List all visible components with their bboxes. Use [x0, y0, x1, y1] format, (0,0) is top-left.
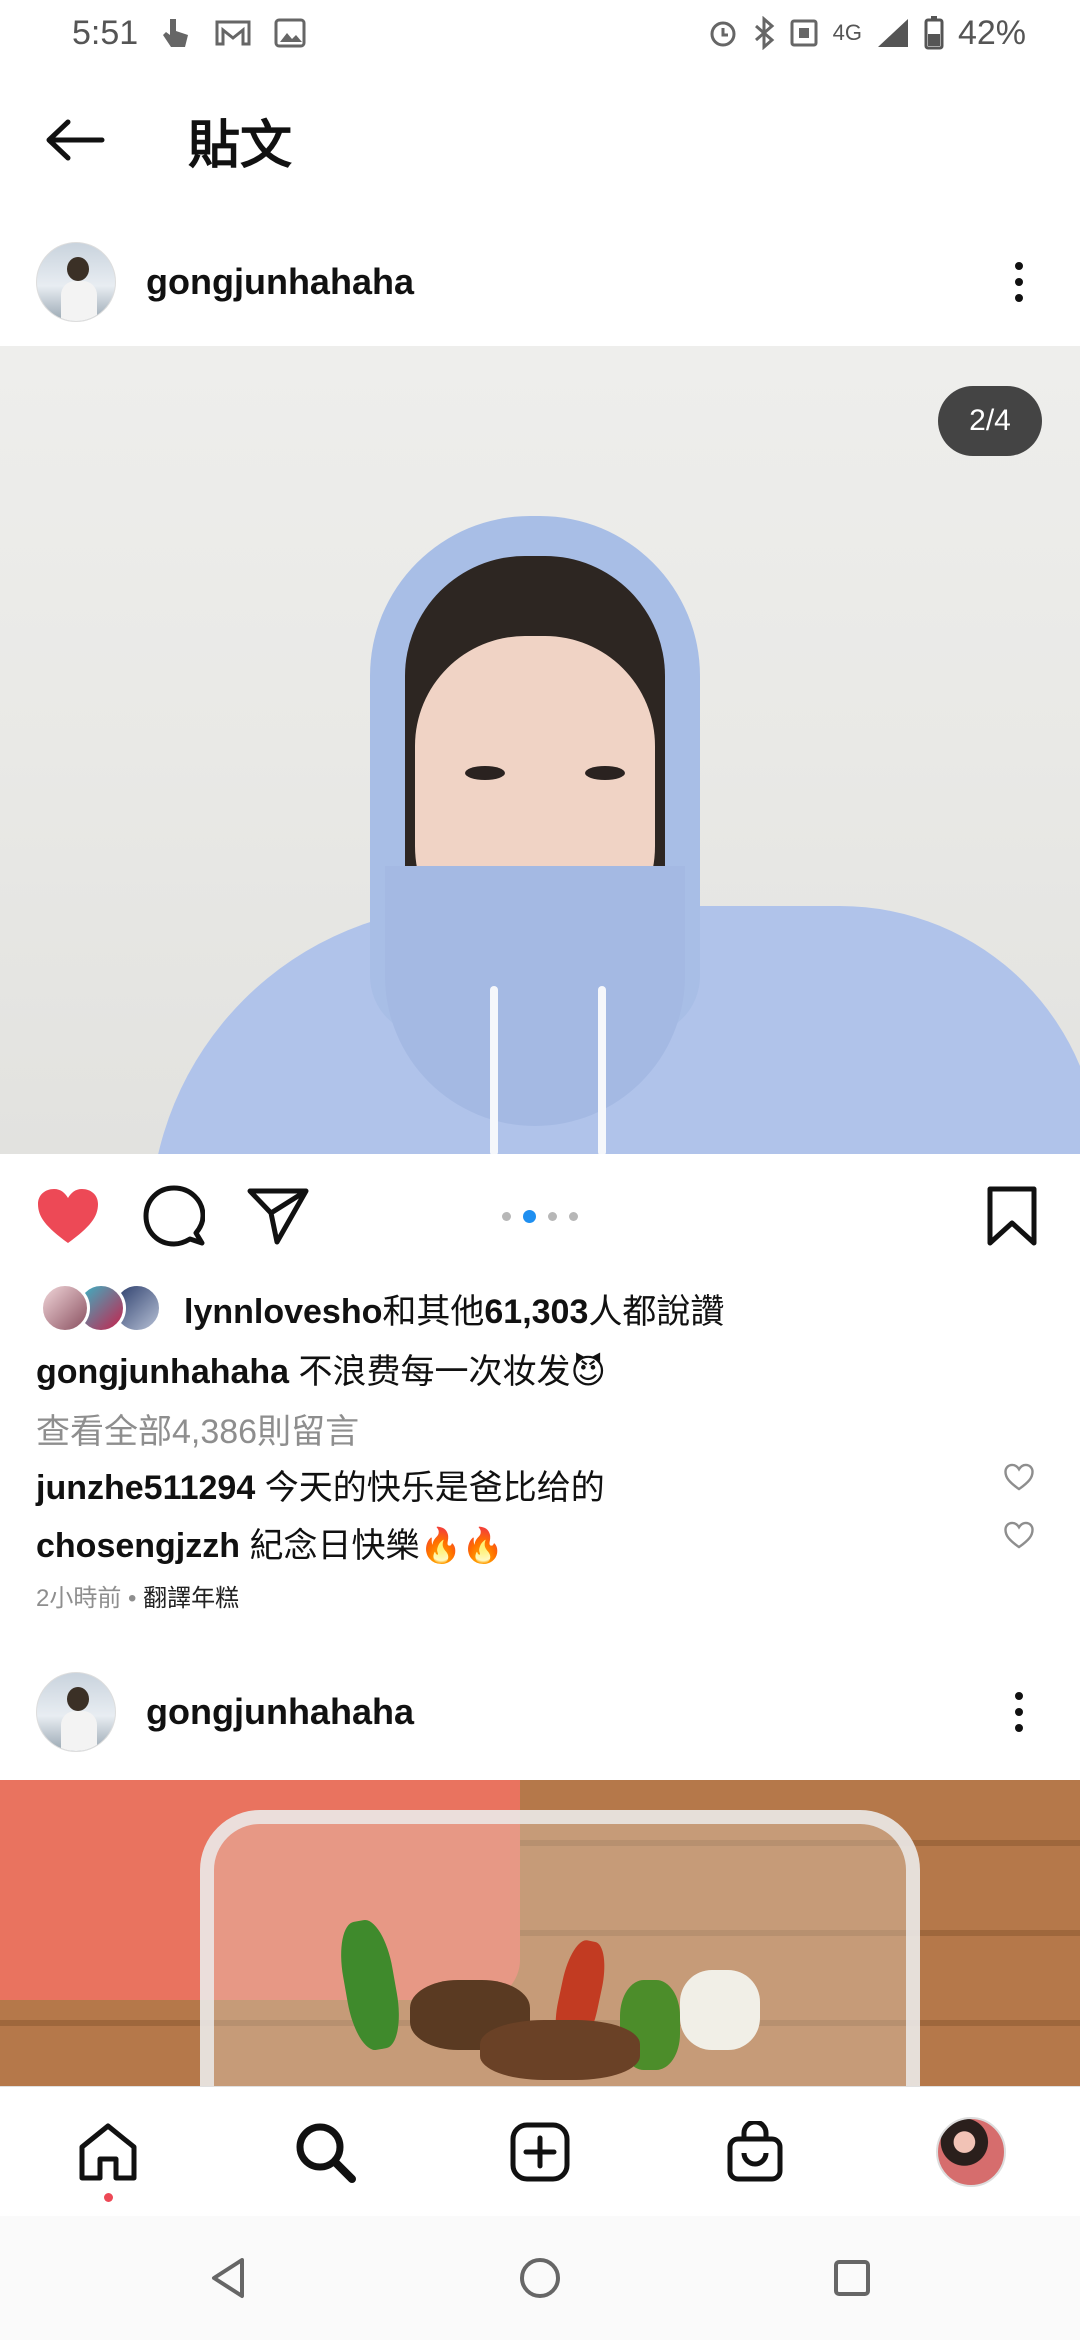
comment-text: 紀念日快樂🔥🔥	[249, 1527, 505, 1565]
nav-profile[interactable]	[936, 2117, 1006, 2187]
meta-separator: •	[128, 1585, 137, 1612]
nav-home[interactable]	[73, 2117, 143, 2187]
nav-shop[interactable]	[720, 2117, 790, 2187]
image-counter-badge: 2/4	[938, 386, 1042, 456]
caption-text: 不浪费每一次妆发😈	[298, 1353, 606, 1391]
bookmark-icon	[987, 1186, 1037, 1246]
comment-username[interactable]: junzhe511294	[36, 1469, 255, 1507]
alarm-icon	[707, 17, 739, 49]
comment-username[interactable]: chosengjzzh	[36, 1527, 240, 1565]
avatar[interactable]	[36, 242, 116, 322]
carousel-dot	[569, 1212, 578, 1221]
signal-icon	[876, 17, 910, 49]
square-recents-icon	[834, 2260, 870, 2296]
comment-row: junzhe511294 今天的快乐是爸比给的	[36, 1460, 605, 1509]
status-bar: 5:51 4G 42%	[0, 0, 1080, 66]
likes-count[interactable]: 61,303	[484, 1293, 588, 1331]
carousel-indicator	[0, 1210, 1080, 1223]
status-time: 5:51	[72, 13, 139, 52]
carousel-dot-active	[523, 1210, 536, 1223]
top-bar: 貼文	[0, 66, 1080, 214]
post-image[interactable]: 2/4	[0, 346, 1080, 1154]
comment-row: chosengjzzh 紀念日快樂🔥🔥	[36, 1518, 504, 1567]
profile-avatar	[936, 2117, 1006, 2187]
search-icon	[296, 2123, 356, 2183]
back-button[interactable]	[40, 105, 110, 175]
liker-username[interactable]: lynnlovesho	[184, 1293, 382, 1331]
plus-square-icon	[510, 2122, 570, 2182]
save-button[interactable]	[978, 1182, 1046, 1250]
home-icon	[79, 2123, 137, 2181]
network-type: 4G	[832, 20, 862, 45]
more-options-button[interactable]	[994, 1677, 1044, 1747]
liker-avatars	[40, 1281, 170, 1335]
caption: gongjunhahaha 不浪费每一次妆发😈	[36, 1344, 606, 1393]
post-username[interactable]: gongjunhahaha	[146, 261, 414, 303]
system-back-button[interactable]	[198, 2248, 258, 2308]
post-meta: 2小時前 • 翻譯年糕	[36, 1578, 239, 1613]
triangle-back-icon	[212, 2258, 244, 2298]
post-image[interactable]	[0, 1780, 1080, 2086]
system-recents-button[interactable]	[822, 2248, 882, 2308]
touch-icon	[160, 15, 192, 51]
page-title: 貼文	[188, 116, 293, 175]
post-header: gongjunhahaha	[0, 222, 1080, 342]
comment-like-button[interactable]	[1000, 1516, 1038, 1554]
battery-icon	[924, 16, 944, 50]
bottom-navigation	[0, 2086, 1080, 2216]
nav-search[interactable]	[290, 2117, 360, 2187]
post-header: gongjunhahaha	[0, 1652, 1080, 1772]
action-bar	[0, 1154, 1080, 1274]
post-username[interactable]: gongjunhahaha	[146, 1691, 414, 1733]
avatar[interactable]	[36, 1672, 116, 1752]
comment-like-button[interactable]	[1000, 1458, 1038, 1496]
nfc-icon	[789, 18, 819, 48]
comment-text: 今天的快乐是爸比给的	[264, 1469, 605, 1507]
translate-link[interactable]: 翻譯年糕	[143, 1585, 239, 1612]
likes-middle: 和其他	[382, 1292, 485, 1331]
heart-outline-icon	[1004, 1463, 1034, 1491]
likes-suffix: 人都說讚	[588, 1292, 725, 1331]
battery-percent: 42%	[957, 13, 1026, 52]
system-navigation-bar	[0, 2216, 1080, 2340]
view-all-comments-link[interactable]: 查看全部4,386則留言	[36, 1404, 359, 1453]
carousel-dot	[502, 1212, 511, 1221]
post-time: 2小時前	[36, 1585, 122, 1612]
circle-home-icon	[520, 2258, 560, 2298]
likes-text: lynnlovesho和其他61,303人都說讚	[184, 1284, 724, 1333]
arrow-left-icon	[46, 119, 105, 161]
heart-outline-icon	[1004, 1521, 1034, 1549]
caption-username[interactable]: gongjunhahaha	[36, 1353, 289, 1391]
more-options-button[interactable]	[994, 247, 1044, 317]
bluetooth-icon	[753, 16, 775, 50]
gmail-icon	[214, 18, 252, 48]
system-home-button[interactable]	[510, 2248, 570, 2308]
carousel-dot	[548, 1212, 557, 1221]
nav-create[interactable]	[505, 2117, 575, 2187]
gallery-icon	[274, 18, 306, 48]
shopping-bag-icon	[727, 2121, 783, 2182]
notification-dot	[104, 2193, 113, 2202]
likes-summary[interactable]: lynnlovesho和其他61,303人都說讚	[40, 1280, 724, 1336]
